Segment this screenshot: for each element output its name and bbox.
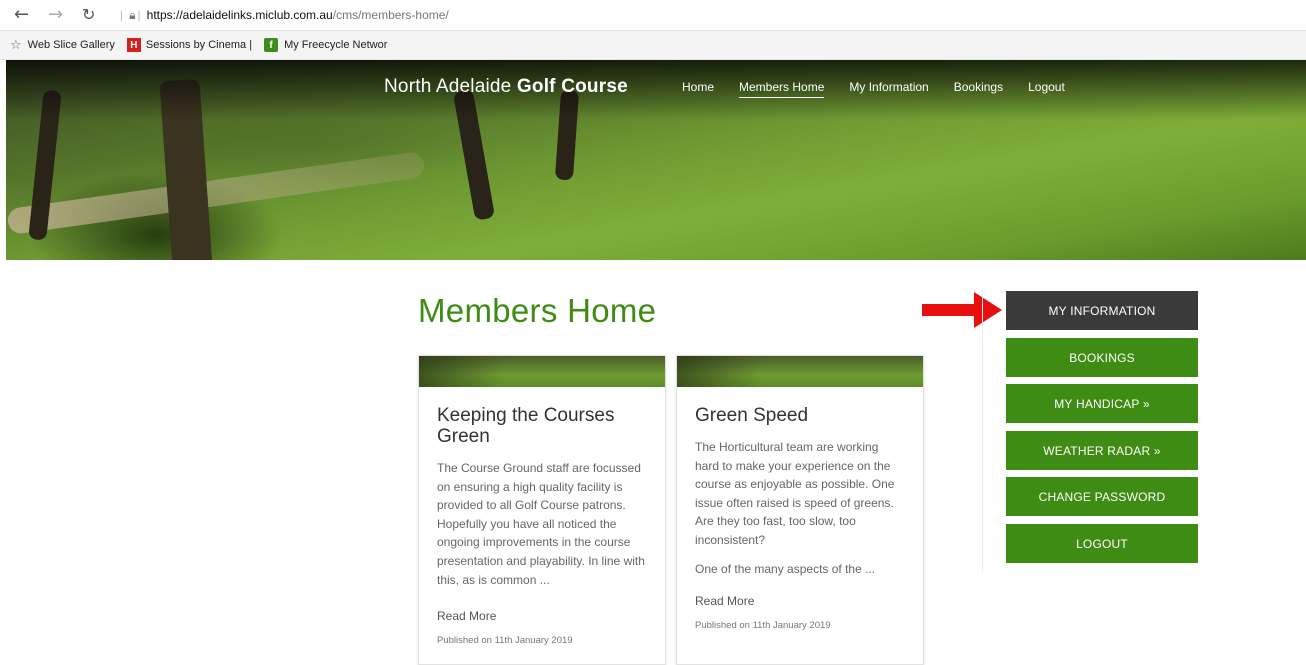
lock-icon: 🔒︎: [129, 7, 136, 22]
red-arrow-icon: [922, 292, 1002, 328]
brand-bold: Golf Course: [516, 76, 628, 97]
browser-address-bar: ← → ↻ | 🔒︎ | https://adelaidelinks.miclu…: [0, 0, 1306, 31]
published-date: Published on 11th January 2019: [695, 620, 831, 632]
nav-home[interactable]: Home: [682, 80, 714, 98]
main-nav: Home Members Home My Information Booking…: [682, 80, 1090, 98]
hero-path-decoration: [6, 150, 426, 236]
nav-members-home[interactable]: Members Home: [739, 80, 825, 98]
site-logo[interactable]: North Adelaide Golf Course: [384, 76, 628, 98]
article-body: Green Speed The Horticultural team are w…: [677, 387, 923, 631]
article-card: Keeping the Courses Green The Course Gro…: [418, 355, 666, 665]
nav-logout[interactable]: Logout: [1028, 80, 1065, 98]
article-thumbnail[interactable]: [419, 356, 665, 387]
divider: |: [137, 8, 141, 22]
change-password-button[interactable]: CHANGE PASSWORD: [1006, 477, 1198, 516]
logout-button[interactable]: LOGOUT: [1006, 524, 1198, 563]
site-header: North Adelaide Golf Course Home Members …: [0, 60, 1306, 112]
favorite-label: Sessions by Cinema |: [145, 39, 253, 51]
my-information-button[interactable]: MY INFORMATION: [1006, 291, 1198, 330]
article-card: Green Speed The Horticultural team are w…: [676, 355, 924, 665]
favorite-sessions-by-cinema[interactable]: H Sessions by Cinema |: [126, 38, 253, 52]
article-body: Keeping the Courses Green The Course Gro…: [419, 387, 665, 646]
refresh-icon[interactable]: ↻: [82, 5, 95, 25]
favorite-label: My Freecycle Networ: [284, 39, 388, 51]
article-excerpt-continued: One of the many aspects of the ...: [695, 561, 876, 576]
star-icon: ☆: [10, 37, 22, 53]
forward-arrow-icon[interactable]: →: [48, 5, 63, 25]
read-more-link[interactable]: Read More: [437, 609, 647, 623]
my-handicap-button[interactable]: MY HANDICAP »: [1006, 384, 1198, 423]
divider: |: [120, 8, 124, 22]
article-title[interactable]: Keeping the Courses Green: [437, 405, 647, 447]
favorite-web-slice-gallery[interactable]: ☆ Web Slice Gallery: [10, 38, 115, 53]
read-more-link[interactable]: Read More: [695, 594, 905, 608]
nav-bookings[interactable]: Bookings: [954, 80, 1003, 98]
favorite-label: Web Slice Gallery: [27, 39, 115, 51]
favorite-freecycle[interactable]: f My Freecycle Networ: [264, 38, 387, 52]
brand-light: North Adelaide: [384, 76, 517, 97]
url-field[interactable]: | 🔒︎ | https://adelaidelinks.miclub.com.…: [118, 4, 1298, 26]
back-arrow-icon[interactable]: ←: [14, 5, 29, 25]
bookings-button[interactable]: BOOKINGS: [1006, 338, 1198, 377]
nav-my-information[interactable]: My Information: [849, 80, 928, 98]
favorites-bar: ☆ Web Slice Gallery H Sessions by Cinema…: [0, 31, 1306, 60]
cinema-logo-icon: H: [126, 38, 141, 52]
url-path: /cms/members-home/: [332, 8, 449, 22]
article-title[interactable]: Green Speed: [695, 405, 905, 426]
article-excerpt: The Course Ground staff are focussed on …: [437, 461, 645, 587]
freecycle-logo-icon: f: [264, 38, 279, 52]
page-title: Members Home: [418, 292, 657, 329]
url-host: https://adelaidelinks.miclub.com.au: [146, 8, 333, 22]
published-date: Published on 11th January 2019: [437, 635, 573, 647]
weather-radar-button[interactable]: WEATHER RADAR »: [1006, 431, 1198, 470]
article-excerpt: The Horticultural team are working hard …: [695, 440, 895, 547]
article-thumbnail[interactable]: [677, 356, 923, 387]
sidebar-divider: [982, 290, 983, 572]
